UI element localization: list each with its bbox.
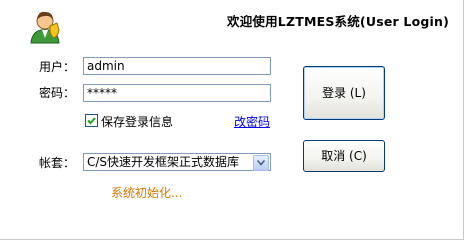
- login-window: 欢迎使用LZTMES系统(User Login) 用户： 密码： 保存登录信息 …: [0, 0, 464, 240]
- password-label: 密码：: [39, 86, 76, 100]
- remember-login-label[interactable]: 保存登录信息: [101, 113, 173, 130]
- change-password-link[interactable]: 改密码: [234, 113, 270, 130]
- dropdown-button[interactable]: [253, 155, 269, 171]
- account-selected-value: C/S快速开发框架正式数据库: [87, 155, 240, 169]
- window-title: 欢迎使用LZTMES系统(User Login): [227, 14, 450, 29]
- account-label: 帐套：: [39, 156, 76, 170]
- status-text: 系统初始化...: [111, 186, 183, 200]
- username-input[interactable]: [83, 57, 271, 75]
- check-icon: [87, 117, 96, 125]
- account-select[interactable]: C/S快速开发框架正式数据库: [83, 153, 271, 171]
- remember-login-checkbox[interactable]: [85, 114, 98, 127]
- chevron-down-icon: [257, 160, 265, 166]
- login-button[interactable]: 登录 (L): [303, 66, 385, 120]
- cancel-button[interactable]: 取消 (C): [303, 140, 385, 172]
- user-avatar-icon: [28, 8, 62, 44]
- password-input[interactable]: [83, 84, 271, 102]
- username-label: 用户：: [39, 60, 76, 74]
